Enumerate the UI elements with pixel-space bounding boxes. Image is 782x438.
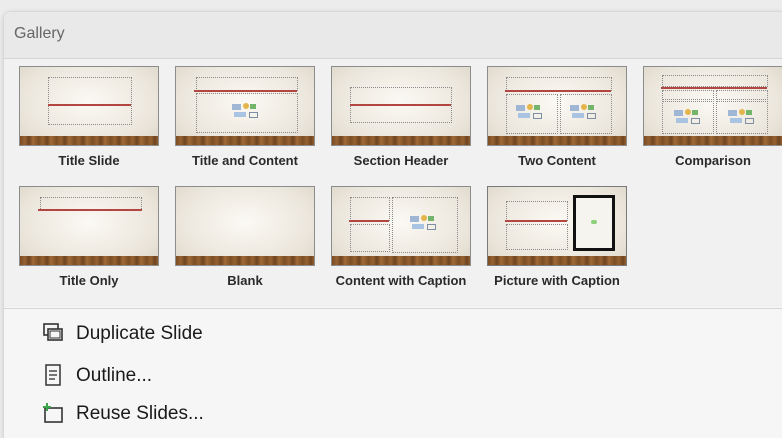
layout-label: Blank xyxy=(227,273,263,288)
duplicate-slide-menu-item[interactable]: Duplicate Slide xyxy=(42,318,342,348)
menu-item-label: Reuse Slides... xyxy=(76,403,204,424)
outline-menu-item[interactable]: Outline... xyxy=(42,360,342,390)
menu-divider xyxy=(4,308,782,309)
layout-label: Two Content xyxy=(518,153,596,168)
picture-placeholder-icon xyxy=(573,195,615,251)
layout-thumbnail xyxy=(19,66,159,146)
layout-thumbnail xyxy=(175,66,315,146)
layout-thumbnail xyxy=(19,186,159,266)
layout-thumbnail xyxy=(487,66,627,146)
gallery-header: Gallery xyxy=(4,12,782,59)
layout-label: Title Slide xyxy=(58,153,120,168)
gallery-title: Gallery xyxy=(14,25,65,42)
layout-label: Picture with Caption xyxy=(494,273,620,288)
layout-thumbnail xyxy=(643,66,782,146)
layout-label: Title and Content xyxy=(192,153,298,168)
duplicate-slide-icon xyxy=(43,323,63,341)
gallery-panel: Gallery Title Slide Title and Content Se… xyxy=(3,11,782,438)
layout-thumbnail xyxy=(331,186,471,266)
layout-thumbnail xyxy=(331,66,471,146)
outline-icon xyxy=(45,364,61,386)
layout-label: Title Only xyxy=(59,273,119,288)
layout-thumbnail xyxy=(175,186,315,266)
reuse-slides-menu-item[interactable]: Reuse Slides... xyxy=(42,398,342,428)
menu-item-label: Outline... xyxy=(76,365,153,386)
layout-label: Section Header xyxy=(353,153,449,168)
gallery-grid: Title Slide Title and Content Section He… xyxy=(4,59,782,307)
layout-label: Comparison xyxy=(675,153,751,168)
layout-thumbnail xyxy=(487,186,627,266)
layout-label: Content with Caption xyxy=(335,273,467,288)
menu-item-label: Duplicate Slide xyxy=(76,323,203,344)
content-placeholder-icon xyxy=(232,103,262,119)
reuse-slides-icon xyxy=(43,403,63,423)
